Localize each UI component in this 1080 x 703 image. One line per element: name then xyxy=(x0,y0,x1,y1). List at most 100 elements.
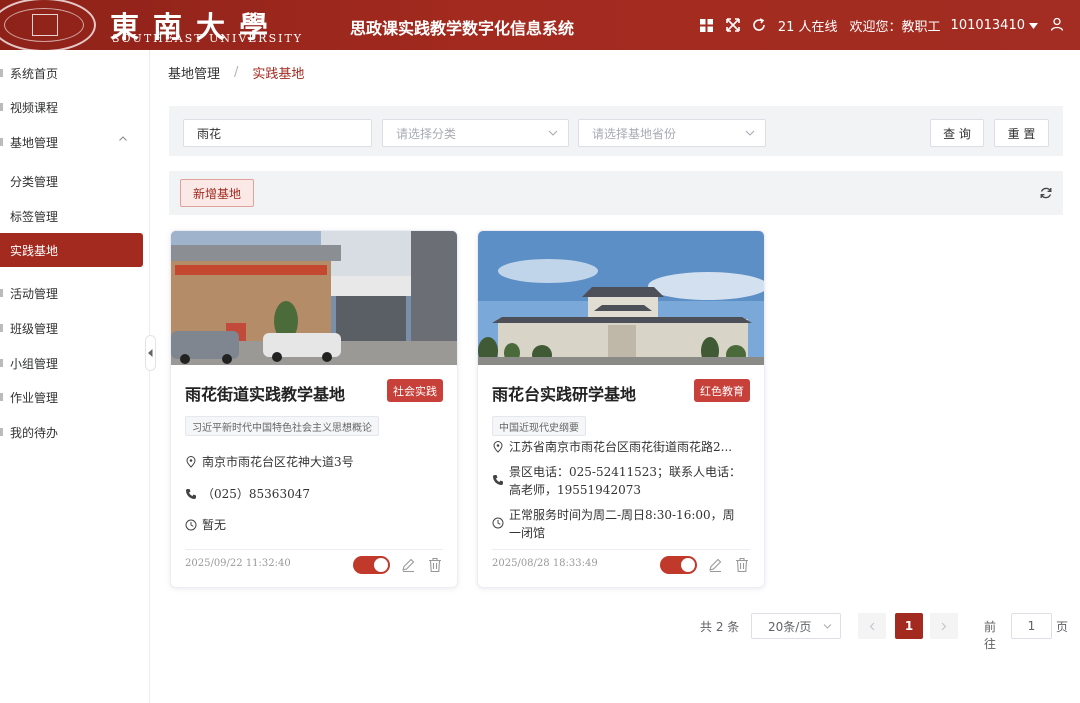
course-chip: 中国近现代史纲要 xyxy=(492,416,586,436)
sidebar-item-class-management[interactable]: 班级管理 xyxy=(0,311,143,345)
base-photo xyxy=(478,231,764,365)
category-placeholder: 请选择分类 xyxy=(396,126,457,141)
top-header: 東南大學 SOUTHEAST UNIVERSITY 思政课实践教学数字化信息系统… xyxy=(0,0,1080,52)
welcome-text: 欢迎您：教职工 xyxy=(849,19,941,35)
phone-text-line2: 高老师，19551942073 xyxy=(509,483,641,497)
sidebar-item-label: 基地管理 xyxy=(10,135,59,150)
toolbar: 新增基地 xyxy=(169,171,1063,215)
system-title: 思政课实践教学数字化信息系统 xyxy=(350,19,575,38)
chevron-down-icon xyxy=(548,130,558,136)
phone-icon xyxy=(186,489,196,499)
sidebar-item-tag-management[interactable]: 标签管理 xyxy=(0,199,143,233)
sidebar-item-label: 作业管理 xyxy=(10,390,59,405)
phone-row: 景区电话：025-52411523；联系人电话： 高老师，19551942073 xyxy=(492,463,741,499)
caret-down-icon[interactable] xyxy=(1029,18,1038,32)
user-id-dropdown[interactable]: 101013410 xyxy=(951,18,1025,33)
sidebar-item-my-todo[interactable]: 我的待办 xyxy=(0,415,143,449)
user-icon[interactable] xyxy=(1050,17,1064,34)
sidebar-collapse-handle[interactable] xyxy=(145,335,156,371)
address-text: 南京市雨花台区花神大道3号 xyxy=(202,455,354,469)
base-title: 雨花街道实践教学基地 xyxy=(185,385,346,404)
created-date: 2025/09/22 11:32:40 xyxy=(185,558,291,569)
add-base-button[interactable]: 新增基地 xyxy=(180,179,254,207)
clock-icon xyxy=(492,517,504,529)
goto-label: 前往 xyxy=(984,620,997,651)
online-count: 21 人在线 xyxy=(777,19,838,35)
base-title: 雨花台实践研学基地 xyxy=(492,385,637,404)
sidebar-item-label: 我的待办 xyxy=(10,425,59,440)
sidebar-item-label: 小组管理 xyxy=(10,356,59,371)
base-photo xyxy=(171,231,457,365)
sidebar-item-group-management[interactable]: 小组管理 xyxy=(0,346,143,380)
breadcrumb: 基地管理 / 实践基地 xyxy=(168,63,304,82)
sidebar-item-home[interactable]: 系统首页 xyxy=(0,56,143,90)
hours-text: 暂无 xyxy=(202,518,227,532)
prev-page-button[interactable] xyxy=(858,613,886,639)
search-panel: 雨花 请选择分类 请选择基地省份 查 询 重 置 xyxy=(169,106,1063,156)
card-divider xyxy=(492,549,750,550)
sidebar-item-activity-management[interactable]: 活动管理 xyxy=(0,276,143,310)
sidebar-item-label: 标签管理 xyxy=(10,209,59,224)
breadcrumb-current: 实践基地 xyxy=(252,67,305,82)
chevron-left-icon xyxy=(869,622,875,630)
breadcrumb-separator: / xyxy=(234,65,239,80)
refresh-icon[interactable] xyxy=(746,12,772,38)
sidebar-item-label: 系统首页 xyxy=(10,66,59,81)
category-tag: 社会实践 xyxy=(387,379,443,402)
fullscreen-icon[interactable] xyxy=(720,12,746,38)
sidebar-item-practice-base[interactable]: 实践基地 xyxy=(0,233,143,267)
chevron-left-icon xyxy=(148,349,153,357)
page-unit-label: 页 xyxy=(1056,620,1069,634)
sidebar-item-label: 视频课程 xyxy=(10,100,59,115)
phone-text: （025）85363047 xyxy=(202,487,310,501)
delete-icon[interactable] xyxy=(734,557,750,573)
query-button[interactable]: 查 询 xyxy=(930,119,984,147)
phone-icon xyxy=(493,475,503,485)
location-icon xyxy=(493,441,503,453)
delete-icon[interactable] xyxy=(427,557,443,573)
chevron-up-icon xyxy=(119,136,127,141)
refresh-icon[interactable] xyxy=(1039,186,1053,200)
sidebar-item-homework-management[interactable]: 作业管理 xyxy=(0,380,143,414)
phone-text-line1: 景区电话：025-52411523；联系人电话： xyxy=(509,465,742,479)
breadcrumb-parent[interactable]: 基地管理 xyxy=(168,63,220,82)
course-chip: 习近平新时代中国特色社会主义思想概论 xyxy=(185,416,379,436)
reset-button[interactable]: 重 置 xyxy=(994,119,1049,147)
next-page-button[interactable] xyxy=(930,613,958,639)
sidebar-item-label: 分类管理 xyxy=(10,174,59,189)
address-row: 江苏省南京市雨花台区雨花街道雨花路2... xyxy=(492,438,732,456)
sidebar-item-base-management[interactable]: 基地管理 xyxy=(0,125,143,159)
goto-page-input[interactable]: 1 xyxy=(1011,613,1052,639)
base-card[interactable]: 雨花台实践研学基地 红色教育 中国近现代史纲要 江苏省南京市雨花台区雨花街道雨花… xyxy=(477,230,765,588)
grid-icon[interactable] xyxy=(694,12,720,38)
enable-toggle[interactable] xyxy=(660,556,697,574)
hours-text-line1: 正常服务时间为周二-周日8:30-16:00，周 xyxy=(509,508,735,522)
university-name-en: SOUTHEAST UNIVERSITY xyxy=(112,32,304,45)
province-placeholder: 请选择基地省份 xyxy=(592,126,677,141)
sidebar-item-label: 班级管理 xyxy=(10,321,59,336)
keyword-input[interactable]: 雨花 xyxy=(183,119,372,147)
university-seal-logo xyxy=(0,0,96,52)
edit-icon[interactable] xyxy=(400,557,416,573)
enable-toggle[interactable] xyxy=(353,556,390,574)
chevron-down-icon xyxy=(745,130,755,136)
address-row: 南京市雨花台区花神大道3号 xyxy=(185,453,354,471)
category-select[interactable]: 请选择分类 xyxy=(382,119,569,147)
created-date: 2025/08/28 18:33:49 xyxy=(492,558,598,569)
edit-icon[interactable] xyxy=(707,557,723,573)
address-text: 江苏省南京市雨花台区雨花街道雨花路2... xyxy=(509,440,733,454)
clock-icon xyxy=(185,519,197,531)
page-size-value: 20条/页 xyxy=(768,619,812,634)
hours-row: 暂无 xyxy=(185,516,226,534)
base-card[interactable]: 雨花街道实践教学基地 社会实践 习近平新时代中国特色社会主义思想概论 南京市雨花… xyxy=(170,230,458,588)
total-count: 共 2 条 xyxy=(700,620,740,634)
sidebar-item-label: 实践基地 xyxy=(10,243,59,258)
chevron-right-icon xyxy=(941,622,947,630)
sidebar-item-video-courses[interactable]: 视频课程 xyxy=(0,90,143,124)
location-icon xyxy=(186,456,196,468)
phone-row: （025）85363047 xyxy=(185,485,310,503)
page-size-select[interactable]: 20条/页 xyxy=(751,613,841,639)
province-select[interactable]: 请选择基地省份 xyxy=(578,119,766,147)
page-number-current[interactable]: 1 xyxy=(895,613,923,639)
sidebar-item-category-management[interactable]: 分类管理 xyxy=(0,164,143,198)
